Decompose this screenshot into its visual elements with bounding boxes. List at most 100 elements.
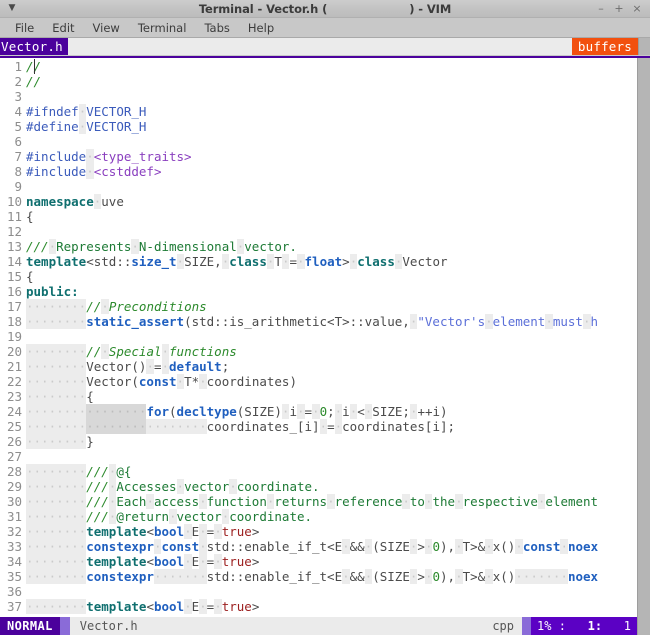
maximize-button[interactable]: +	[614, 3, 624, 14]
code-token: >	[251, 599, 260, 614]
code-line[interactable]: 11 {	[0, 209, 637, 224]
code-token: ········	[26, 464, 87, 479]
code-token: ········	[26, 299, 87, 314]
tab-vector-h[interactable]: Vector.h	[0, 38, 68, 55]
code-line[interactable]: 24 ················for(decltype(SIZE)·i·=…	[0, 404, 637, 419]
line-content: ········constexpr·······std::enable_if_t…	[26, 569, 598, 584]
code-line[interactable]: 8 #include·<cstddef>	[0, 164, 637, 179]
code-token: true	[221, 524, 252, 539]
code-token: ·	[214, 554, 222, 569]
code-line[interactable]: 27	[0, 449, 637, 464]
code-token: bool	[153, 554, 185, 569]
line-number: 7	[14, 149, 22, 164]
code-line[interactable]: 9	[0, 179, 637, 194]
code-token: template	[86, 554, 147, 569]
menu-item-terminal[interactable]: Terminal	[129, 20, 196, 36]
code-token: ·	[199, 599, 207, 614]
line-content: ········///·Each·access·function·returns…	[26, 494, 598, 509]
code-token: noex	[567, 569, 599, 584]
scrollbar-thumb[interactable]	[639, 58, 649, 293]
code-token: (SIZE	[372, 539, 410, 554]
code-line[interactable]: 37 ········template<bool·E·=·true>	[0, 599, 637, 614]
line-number: 3	[14, 89, 22, 104]
line-number: 14	[6, 254, 22, 269]
code-token: ·	[582, 314, 591, 329]
menu-item-view[interactable]: View	[84, 20, 129, 36]
vertical-scrollbar[interactable]	[637, 58, 650, 617]
code-token: ·	[199, 539, 207, 554]
menu-item-tabs[interactable]: Tabs	[195, 20, 238, 36]
close-button[interactable]: ×	[632, 3, 642, 14]
code-token: Special	[108, 344, 162, 359]
line-content: {	[26, 209, 34, 224]
code-token: ········	[86, 419, 147, 434]
code-line[interactable]: 15 {	[0, 269, 637, 284]
code-token: ·	[184, 599, 192, 614]
code-line[interactable]: 33 ········constexpr·const·std::enable_if…	[0, 539, 637, 554]
code-token: size_t	[131, 254, 177, 269]
code-line[interactable]: 26 ········}	[0, 434, 637, 449]
code-buffer[interactable]: 1//2//3 4 #ifndef·VECTOR_H 5 #define·VECTOR_…	[0, 58, 637, 617]
code-line[interactable]: 2 //	[0, 74, 637, 89]
code-line[interactable]: 12	[0, 224, 637, 239]
code-line[interactable]: 23 ········{	[0, 389, 637, 404]
code-line[interactable]: 14 template<std::size_t·SIZE,·class·T·=·f…	[0, 254, 637, 269]
window-titlebar: ▼ Terminal - Vector.h ( ) - VIM – + ×	[0, 0, 650, 18]
code-line[interactable]: 20 ········//·Special·functions	[0, 344, 637, 359]
line-content: {	[26, 269, 34, 284]
code-token: {	[86, 389, 94, 404]
line-content: ········template<bool·E·=·true>	[26, 599, 259, 614]
code-line[interactable]: 21 ········Vector()·=·default;	[0, 359, 637, 374]
code-token: ;	[221, 359, 230, 374]
menu-item-file[interactable]: File	[6, 20, 43, 36]
line-number: 20	[6, 344, 22, 359]
code-line[interactable]: 18 ········static_assert(std::is_arithmet…	[0, 314, 637, 329]
code-line[interactable]: 25 ························coordinates_[i…	[0, 419, 637, 434]
caret-down-icon[interactable]: ▼	[4, 4, 20, 13]
menu-item-edit[interactable]: Edit	[43, 20, 83, 36]
line-number: 2	[14, 74, 22, 89]
code-token: (SIZE	[372, 569, 410, 584]
code-line[interactable]: 13///·Represents·N-dimensional·vector.	[0, 239, 637, 254]
minimize-button[interactable]: –	[596, 3, 606, 14]
code-line[interactable]: 6	[0, 134, 637, 149]
menu-item-help[interactable]: Help	[239, 20, 283, 36]
line-content: ········}	[26, 434, 94, 449]
code-line[interactable]: 1 //	[0, 59, 637, 74]
code-line[interactable]: 34 ········template<bool·E·=·true>	[0, 554, 637, 569]
code-token: <cstddef>	[93, 164, 162, 179]
code-line[interactable]: 7 #include·<type_traits>	[0, 149, 637, 164]
code-token: coordinates_[i]	[206, 419, 320, 434]
code-token: Vector(	[86, 374, 139, 389]
code-line[interactable]: 32 ········template<bool·E·=·true>	[0, 524, 637, 539]
code-line[interactable]: 19	[0, 329, 637, 344]
code-token: &&	[349, 539, 365, 554]
code-token: ·	[342, 539, 350, 554]
statusline-endcap	[637, 617, 650, 635]
line-number: 24	[6, 404, 22, 419]
code-line[interactable]: 29 ········///·Accesses·vector·coordinate…	[0, 479, 637, 494]
status-column-number: 1	[623, 619, 631, 633]
code-line[interactable]: 10 namespace·uve	[0, 194, 637, 209]
code-line[interactable]: 35 ········constexpr·······std::enable_if…	[0, 569, 637, 584]
code-token: Represents	[56, 239, 132, 254]
code-line[interactable]: 16 public:	[0, 284, 637, 299]
code-token: vector.	[244, 239, 297, 254]
code-token: ),	[440, 539, 456, 554]
code-token: coordinate.	[236, 479, 320, 494]
tabline-buffers-label[interactable]: buffers	[571, 38, 638, 55]
code-token: ·	[176, 374, 185, 389]
code-token: ///	[26, 239, 49, 254]
code-line[interactable]: 17 ········//·Preconditions	[0, 299, 637, 314]
code-line[interactable]: 5 #define·VECTOR_H	[0, 119, 637, 134]
code-token: ·	[312, 404, 320, 419]
code-line[interactable]: 3	[0, 89, 637, 104]
code-line[interactable]: 4 #ifndef·VECTOR_H	[0, 104, 637, 119]
code-line[interactable]: 22 ········Vector(const·T*·coordinates)	[0, 374, 637, 389]
code-line[interactable]: 31 ········///·@return·vector·coordinate.	[0, 509, 637, 524]
code-line[interactable]: 36	[0, 584, 637, 599]
code-line[interactable]: 28 ········///·@{	[0, 464, 637, 479]
line-content: template<std::size_t·SIZE,·class·T·=·flo…	[26, 254, 448, 269]
code-line[interactable]: 30 ········///·Each·access·function·retur…	[0, 494, 637, 509]
code-token: ········	[26, 569, 87, 584]
